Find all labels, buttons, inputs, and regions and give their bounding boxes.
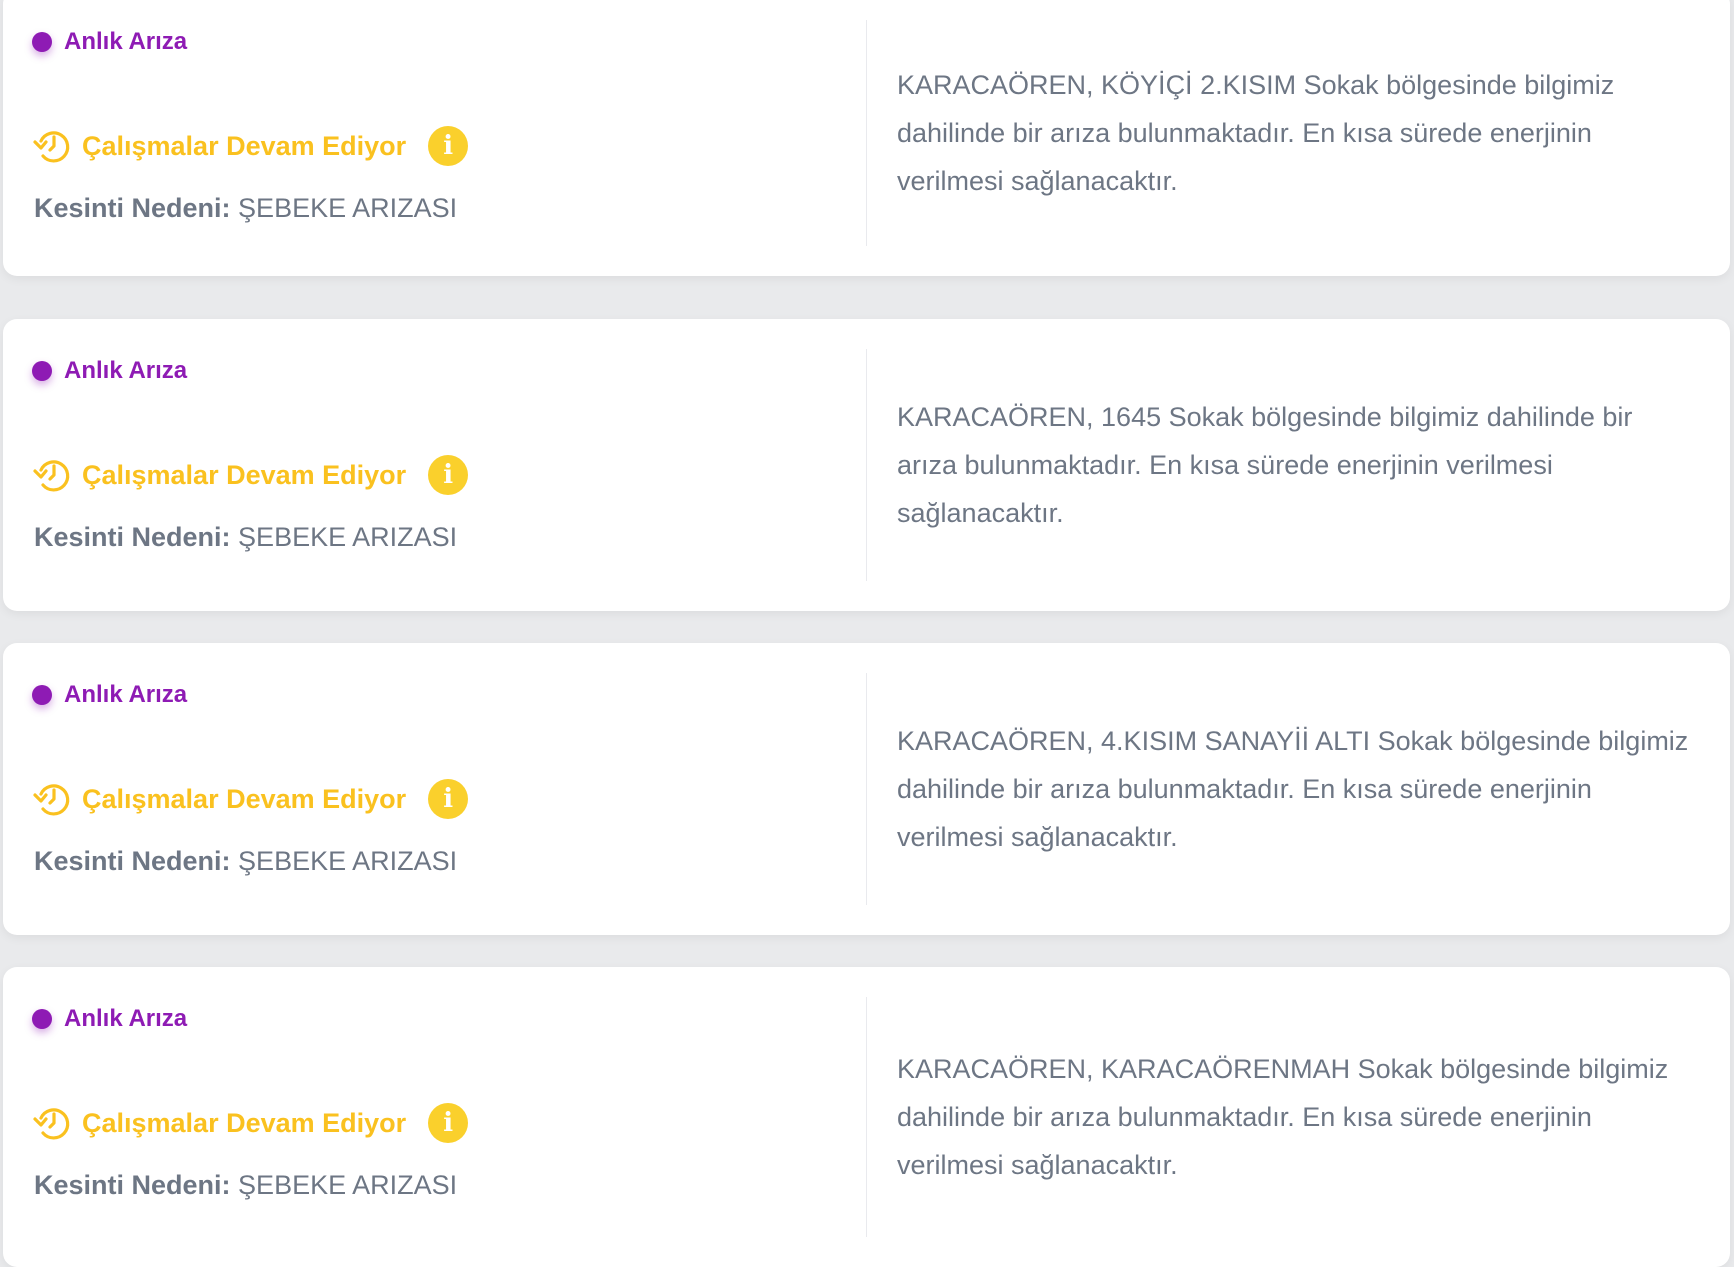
outage-list: Anlık Arıza Çalışmalar Devam Ediyor i Ke… [0,0,1734,1267]
clock-rewind-icon [33,131,70,163]
outage-summary: Anlık Arıza Çalışmalar Devam Ediyor i Ke… [3,643,866,935]
reason-value: ŞEBEKE ARIZASI [238,846,458,876]
outage-summary: Anlık Arıza Çalışmalar Devam Ediyor i Ke… [3,967,866,1267]
info-icon[interactable]: i [428,779,469,819]
outage-card: Anlık Arıza Çalışmalar Devam Ediyor i Ke… [3,643,1730,935]
outage-card: Anlık Arıza Çalışmalar Devam Ediyor i Ke… [3,0,1730,276]
info-icon[interactable]: i [428,455,469,495]
outage-status-label: Çalışmalar Devam Ediyor [82,459,407,490]
reason-value: ŞEBEKE ARIZASI [238,193,458,223]
outage-status: Çalışmalar Devam Ediyor i [32,778,469,820]
outage-description: KARACAÖREN, KÖYİÇİ 2.KISIM Sokak bölgesi… [897,70,1615,196]
clock-rewind-icon [33,1108,70,1140]
outage-type: Anlık Arıza [32,1005,187,1033]
info-icon[interactable]: i [428,1103,469,1143]
outage-detail: KARACAÖREN, KARACAÖRENMAH Sokak bölgesin… [897,967,1694,1267]
reason-label: Kesinti Nedeni: [34,1170,231,1200]
reason-value: ŞEBEKE ARIZASI [238,1170,458,1200]
outage-type: Anlık Arıza [32,28,187,56]
outage-detail: KARACAÖREN, KÖYİÇİ 2.KISIM Sokak bölgesi… [897,0,1694,276]
card-divider [866,673,867,905]
type-dot-icon [32,361,52,381]
card-divider [866,997,867,1237]
outage-detail: KARACAÖREN, 4.KISIM SANAYİİ ALTI Sokak b… [897,643,1694,935]
outage-summary: Anlık Arıza Çalışmalar Devam Ediyor i Ke… [3,319,866,611]
outage-detail: KARACAÖREN, 1645 Sokak bölgesinde bilgim… [897,319,1694,611]
outage-status-label: Çalışmalar Devam Ediyor [82,130,407,161]
outage-card: Anlık Arıza Çalışmalar Devam Ediyor i Ke… [3,319,1730,611]
outage-card: Anlık Arıza Çalışmalar Devam Ediyor i Ke… [3,967,1730,1267]
outage-type-label: Anlık Arıza [64,357,188,384]
type-dot-icon [32,32,52,52]
outage-description: KARACAÖREN, KARACAÖRENMAH Sokak bölgesin… [897,1054,1669,1180]
reason-value: ŞEBEKE ARIZASI [238,522,458,552]
outage-type-label: Anlık Arıza [64,28,188,55]
outage-status: Çalışmalar Devam Ediyor i [32,125,469,167]
card-divider [866,349,867,581]
outage-type-label: Anlık Arıza [64,1005,188,1032]
outage-description: KARACAÖREN, 4.KISIM SANAYİİ ALTI Sokak b… [897,726,1689,852]
clock-rewind-icon [33,460,70,492]
card-divider [866,20,867,246]
reason-label: Kesinti Nedeni: [34,193,231,223]
outage-type: Anlık Arıza [32,681,187,709]
info-icon[interactable]: i [428,126,469,166]
outage-status-label: Çalışmalar Devam Ediyor [82,1107,407,1138]
outage-status: Çalışmalar Devam Ediyor i [32,454,469,496]
outage-reason: Kesinti Nedeni: ŞEBEKE ARIZASI [34,193,457,224]
outage-type-label: Anlık Arıza [64,681,188,708]
outage-status: Çalışmalar Devam Ediyor i [32,1102,469,1144]
type-dot-icon [32,1009,52,1029]
outage-reason: Kesinti Nedeni: ŞEBEKE ARIZASI [34,1170,457,1201]
outage-description: KARACAÖREN, 1645 Sokak bölgesinde bilgim… [897,402,1633,528]
outage-type: Anlık Arıza [32,357,187,385]
outage-status-label: Çalışmalar Devam Ediyor [82,783,407,814]
reason-label: Kesinti Nedeni: [34,846,231,876]
reason-label: Kesinti Nedeni: [34,522,231,552]
type-dot-icon [32,685,52,705]
outage-reason: Kesinti Nedeni: ŞEBEKE ARIZASI [34,522,457,553]
clock-rewind-icon [33,784,70,816]
outage-reason: Kesinti Nedeni: ŞEBEKE ARIZASI [34,846,457,877]
outage-summary: Anlık Arıza Çalışmalar Devam Ediyor i Ke… [3,0,866,276]
